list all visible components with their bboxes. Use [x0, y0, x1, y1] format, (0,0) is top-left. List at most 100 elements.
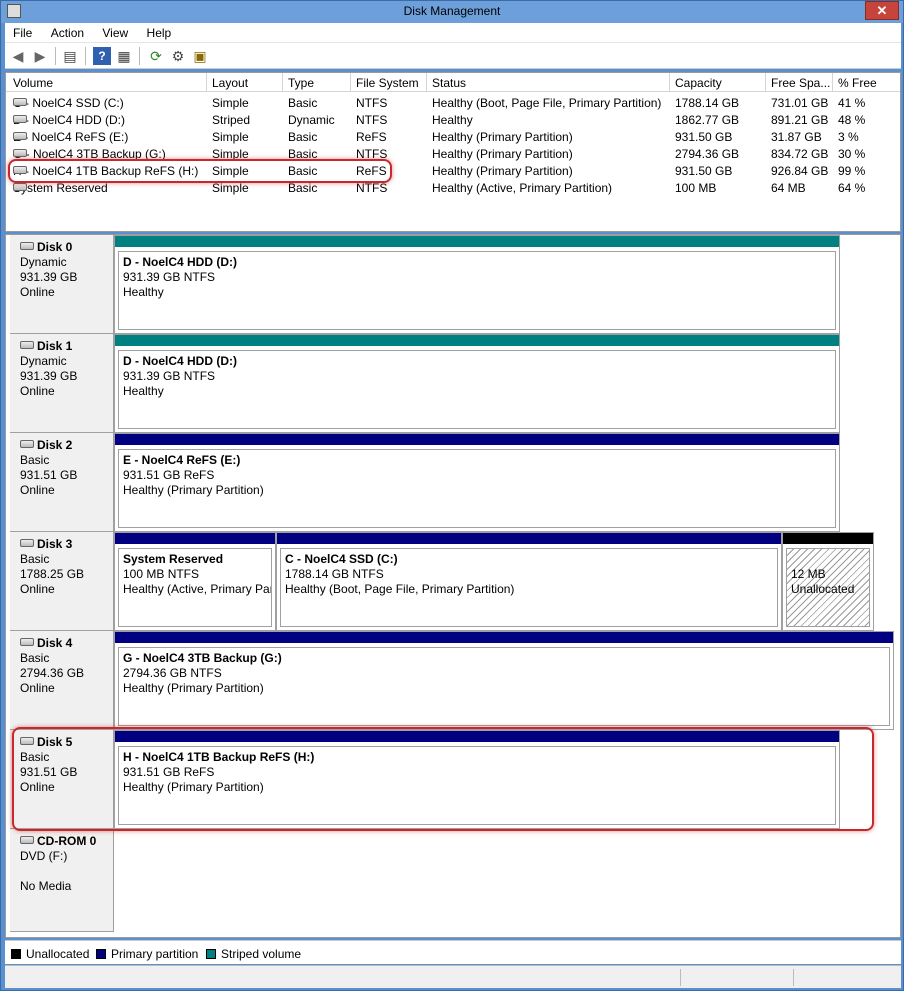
toolbar-separator: [85, 47, 86, 65]
volume-row[interactable]: C - NoelC4 SSD (C:) Simple Basic NTFS Health…: [6, 94, 900, 111]
disk-graph-view: Disk 0 Dynamic 931.39 GB Online D - NoelC4 H…: [5, 234, 901, 938]
volume-row[interactable]: E - NoelC4 ReFS (E:) Simple Basic ReFS Healt…: [6, 128, 900, 145]
disk-name-text: Disk 0: [37, 240, 73, 254]
cell-pct: 3 %: [838, 130, 859, 144]
drive-icon: [13, 149, 27, 157]
partition-line3: Healthy (Primary Partition): [123, 483, 264, 497]
cell-pct: 41 %: [838, 96, 866, 110]
cell-fs: NTFS: [356, 113, 388, 127]
disk-kind: Basic: [20, 651, 50, 665]
disk-label[interactable]: CD-ROM 0 DVD (F:) No Media: [10, 829, 114, 932]
partition-color-bar: [115, 632, 893, 643]
column-percent-free[interactable]: % Free: [838, 76, 877, 90]
partition-body: G - NoelC4 3TB Backup (G:) 2794.36 GB NTF…: [118, 647, 890, 726]
disk-label[interactable]: Disk 1 Dynamic 931.39 GB Online: [10, 334, 114, 433]
disk-name: CD-ROM 0: [20, 834, 113, 849]
disk-size: 931.51 GB: [20, 468, 78, 482]
export-icon[interactable]: ▣: [191, 47, 209, 65]
volume-name: System Reserved: [13, 181, 108, 195]
disk-kind: Dynamic: [20, 354, 67, 368]
back-arrow-icon[interactable]: ◀: [9, 47, 27, 65]
partition[interactable]: G - NoelC4 3TB Backup (G:) 2794.36 GB NTF…: [114, 631, 894, 730]
disk-label[interactable]: Disk 3 Basic 1788.25 GB Online: [10, 532, 114, 631]
disk-name-text: Disk 1: [37, 339, 73, 353]
cell-layout: Simple: [212, 181, 249, 195]
partition[interactable]: System Reserved 100 MB NTFS Healthy (Activ…: [114, 532, 276, 631]
disk-name: Disk 4: [20, 636, 113, 651]
disk-icon: [20, 440, 34, 448]
disk-name-text: Disk 3: [37, 537, 73, 551]
column-status[interactable]: Status: [432, 76, 466, 90]
partition-title: E - NoelC4 ReFS (E:): [123, 453, 241, 467]
status-bar: [5, 965, 901, 988]
disk-state: No Media: [20, 879, 72, 893]
menu-action[interactable]: Action: [43, 23, 91, 40]
partition[interactable]: D - NoelC4 HDD (D:) 931.39 GB NTFS Healthy: [114, 334, 840, 433]
menu-help[interactable]: Help: [139, 23, 179, 40]
partition[interactable]: 12 MB Unallocated: [782, 532, 874, 631]
partition-body: C - NoelC4 SSD (C:) 1788.14 GB NTFS Health…: [280, 548, 778, 627]
cell-capacity: 1862.77 GB: [675, 113, 740, 127]
cell-volume: C - NoelC4 SSD (C:): [13, 96, 124, 110]
disk-state: Online: [20, 582, 55, 596]
forward-arrow-icon[interactable]: ▶: [31, 47, 49, 65]
cell-free: 731.01 GB: [771, 96, 829, 110]
disk-management-window: Disk Management ✕ File Action View Help …: [0, 0, 904, 991]
disk-size: 931.39 GB: [20, 369, 78, 383]
cell-free: 64 MB: [771, 181, 806, 195]
partition-title: D - NoelC4 HDD (D:): [123, 255, 237, 269]
column-type[interactable]: Type: [288, 76, 314, 90]
partition[interactable]: E - NoelC4 ReFS (E:) 931.51 GB ReFS Health…: [114, 433, 840, 532]
disk-name-text: Disk 2: [37, 438, 73, 452]
column-layout[interactable]: Layout: [212, 76, 248, 90]
partition-line2: 100 MB NTFS: [123, 567, 200, 581]
disk-name: Disk 3: [20, 537, 113, 552]
disk-size: 1788.25 GB: [20, 567, 85, 581]
partition-color-bar: [115, 434, 839, 445]
disk-row: Disk 0 Dynamic 931.39 GB Online D - NoelC4 H…: [10, 235, 894, 334]
partition-title: [791, 552, 869, 567]
partition-body: E - NoelC4 ReFS (E:) 931.51 GB ReFS Health…: [118, 449, 836, 528]
disk-label[interactable]: Disk 2 Basic 931.51 GB Online: [10, 433, 114, 532]
disk-row: CD-ROM 0 DVD (F:) No Media: [10, 829, 894, 932]
column-file-system[interactable]: File System: [356, 76, 419, 90]
disk-kind: Basic: [20, 552, 50, 566]
drive-icon: [13, 98, 27, 106]
cell-pct: 64 %: [838, 181, 866, 195]
volume-row[interactable]: D - NoelC4 HDD (D:) Striped Dynamic NTFS Hea…: [6, 111, 900, 128]
column-volume[interactable]: Volume: [13, 76, 53, 90]
menu-bar: File Action View Help: [5, 23, 901, 43]
disk-row: Disk 3 Basic 1788.25 GB Online System Reserv…: [10, 532, 894, 631]
cell-free: 834.72 GB: [771, 147, 829, 161]
partition-line3: Healthy (Active, Primary Partition): [123, 582, 271, 596]
properties-icon[interactable]: ▦: [115, 47, 133, 65]
menu-view[interactable]: View: [94, 23, 135, 40]
refresh-icon[interactable]: ⟳: [147, 47, 165, 65]
title-bar[interactable]: Disk Management ✕: [1, 1, 903, 23]
disk-icon: [20, 539, 34, 547]
cell-layout: Striped: [212, 113, 251, 127]
disk-label[interactable]: Disk 4 Basic 2794.36 GB Online: [10, 631, 114, 730]
cell-type: Basic: [288, 130, 318, 144]
column-free-space[interactable]: Free Spa...: [771, 76, 830, 90]
console-tree-icon[interactable]: ▤: [61, 47, 79, 65]
menu-file[interactable]: File: [5, 23, 39, 40]
cell-free: 926.84 GB: [771, 164, 829, 178]
toolbar: ◀ ▶ ▤ ? ▦ ⟳ ⚙ ▣: [5, 43, 901, 69]
disk-label[interactable]: Disk 0 Dynamic 931.39 GB Online: [10, 235, 114, 334]
partition-color-bar: [277, 533, 781, 544]
drive-icon: [13, 115, 27, 123]
partition[interactable]: D - NoelC4 HDD (D:) 931.39 GB NTFS Healthy: [114, 235, 840, 334]
partition-title: D - NoelC4 HDD (D:): [123, 354, 237, 368]
disk-state: Online: [20, 483, 55, 497]
column-capacity[interactable]: Capacity: [675, 76, 722, 90]
disk5-highlight: [12, 727, 874, 831]
help-icon[interactable]: ?: [93, 47, 111, 65]
close-button[interactable]: ✕: [865, 1, 899, 20]
legend: Unallocated Primary partition Striped vo…: [5, 940, 901, 964]
settings-icon[interactable]: ⚙: [169, 47, 187, 65]
cell-fs: ReFS: [356, 130, 387, 144]
partition-color-bar: [115, 533, 275, 544]
partition[interactable]: C - NoelC4 SSD (C:) 1788.14 GB NTFS Health…: [276, 532, 782, 631]
partition-color-bar: [783, 533, 873, 544]
